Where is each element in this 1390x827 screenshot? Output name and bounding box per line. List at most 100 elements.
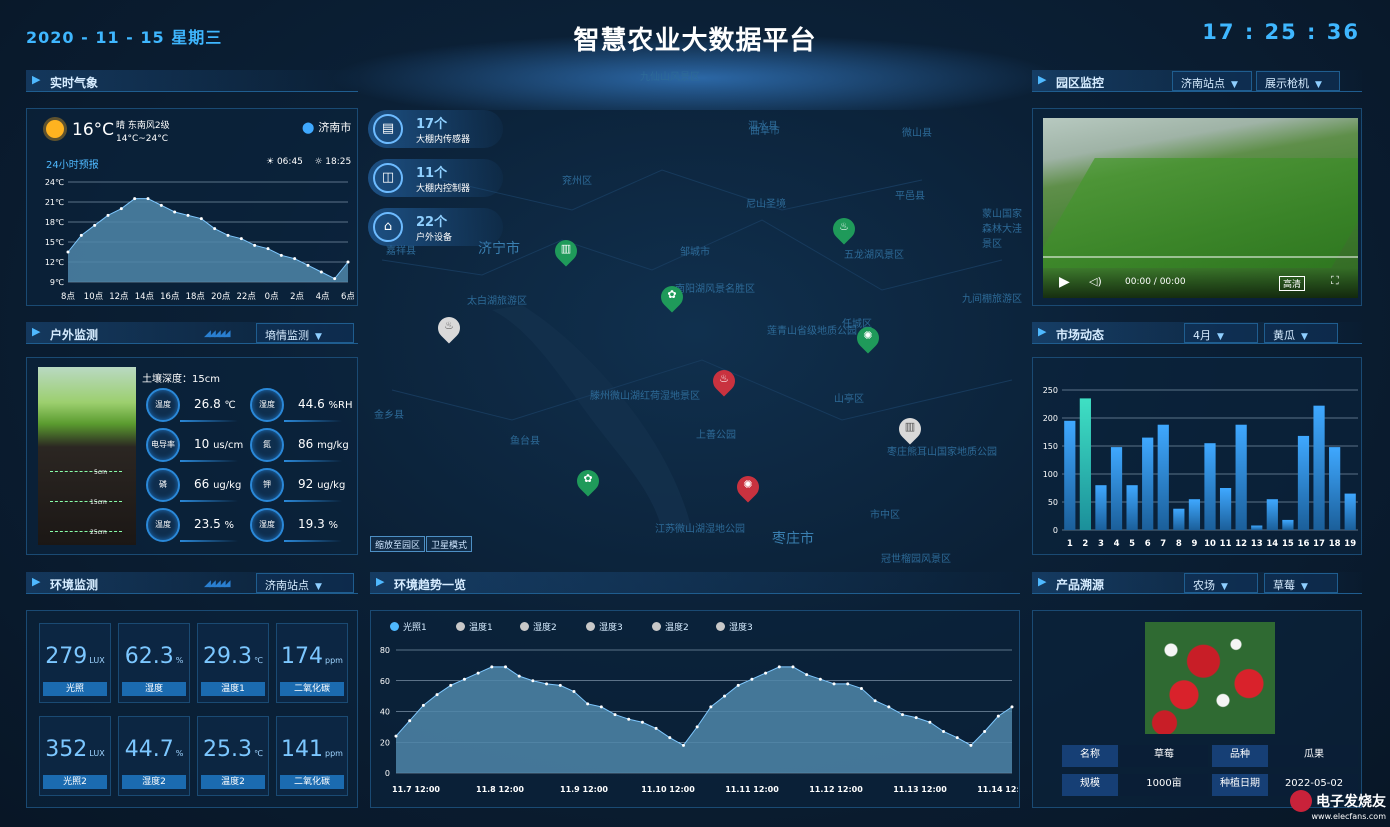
volume-icon[interactable]: ◁) bbox=[1089, 275, 1102, 288]
market-bar bbox=[1110, 447, 1123, 530]
sensor-label-circle: 温度 bbox=[146, 388, 180, 422]
map-marker-red[interactable]: ✺ bbox=[732, 471, 764, 504]
temp-point bbox=[106, 213, 110, 217]
legend-item[interactable]: 湿度3 bbox=[586, 620, 623, 633]
camera-station-select[interactable]: 济南站点 ▼ bbox=[1172, 71, 1252, 91]
map-marker-grey[interactable]: ♨ bbox=[433, 312, 465, 345]
market-bar bbox=[1235, 424, 1247, 530]
map-place-label: 太白湖旅游区 bbox=[467, 296, 527, 307]
map-marker-grey[interactable]: ▥ bbox=[894, 413, 926, 446]
x-tick-label: 8 bbox=[1176, 539, 1182, 549]
sensor-label-circle: 氮 bbox=[250, 428, 284, 462]
market-bar bbox=[1329, 447, 1341, 530]
env-card-value: 29.3 ℃ bbox=[203, 644, 263, 669]
x-tick-label: 11.12 12:00 bbox=[809, 785, 863, 794]
play-icon[interactable]: ▶ bbox=[1059, 274, 1070, 290]
trend-point bbox=[476, 671, 480, 675]
panel-arrow-icon: ▶ bbox=[1038, 325, 1047, 338]
sunset-time: 18:25 bbox=[325, 157, 352, 167]
map-marker-green[interactable]: ✿ bbox=[572, 465, 604, 498]
video-progress-bar[interactable] bbox=[1043, 256, 1358, 258]
y-tick-label: 20 bbox=[380, 738, 390, 747]
map-marker-red[interactable]: ♨ bbox=[708, 365, 740, 398]
product-image bbox=[1145, 622, 1275, 734]
sensor-underline bbox=[180, 420, 238, 422]
env-card-value: 352 LUX bbox=[45, 737, 105, 762]
map-marker-green[interactable]: ✿ bbox=[656, 281, 688, 314]
temp-point bbox=[346, 260, 350, 264]
y-tick-label: 0 bbox=[385, 769, 390, 778]
map-place-label: 鱼台县 bbox=[510, 436, 540, 447]
x-tick-label: 17 bbox=[1313, 539, 1325, 549]
map-place-label: 蒙山国家森林大洼景区 bbox=[982, 209, 1022, 250]
trend-point bbox=[777, 665, 781, 669]
camera-station-value: 济南站点 bbox=[1181, 77, 1225, 90]
map-marker-green[interactable]: ✺ bbox=[852, 322, 884, 355]
map-place-label: 九仙山风景区 bbox=[640, 72, 700, 83]
video-controls: ▶ ◁) 00:00 / 00:00 高清 ⛶ bbox=[1043, 268, 1358, 298]
legend-item[interactable]: 湿度2 bbox=[520, 620, 557, 633]
map-place-label: 邹城市 bbox=[680, 247, 710, 258]
map-marker-green[interactable]: ▥ bbox=[550, 235, 582, 268]
map-marker-green[interactable]: ♨ bbox=[828, 213, 860, 246]
sun-times: ☀ 06:45 ☼ 18:25 bbox=[266, 157, 351, 167]
camera-device-value: 展示枪机 bbox=[1265, 77, 1309, 90]
sensor-underline bbox=[180, 460, 238, 462]
x-tick-label: 19 bbox=[1344, 539, 1356, 549]
trend-point bbox=[832, 682, 836, 686]
market-month-select[interactable]: 4月 ▼ bbox=[1184, 323, 1258, 343]
sensor-underline bbox=[284, 540, 342, 542]
trend-point bbox=[1010, 705, 1014, 709]
env-card-label: 温度1 bbox=[201, 682, 265, 696]
location[interactable]: ⬤ 济南市 bbox=[302, 119, 351, 135]
y-tick-label: 250 bbox=[1043, 386, 1058, 395]
sensor-label-circle: 钾 bbox=[250, 468, 284, 502]
x-tick-label: 1 bbox=[1067, 539, 1073, 549]
sunset-icon: ☼ bbox=[314, 157, 323, 167]
trend-point bbox=[449, 683, 453, 687]
map-place-label: 山亭区 bbox=[834, 394, 864, 405]
legend-dot-icon bbox=[716, 622, 725, 631]
temp-point bbox=[66, 250, 70, 254]
y-tick-label: 200 bbox=[1043, 414, 1058, 423]
soil-depth-label: 土壤深度：15cm bbox=[142, 374, 220, 385]
hd-button[interactable]: 高清 bbox=[1279, 276, 1306, 291]
outdoor-select[interactable]: 墒情监测 ▼ bbox=[256, 323, 354, 343]
panel-arrow-icon: ▶ bbox=[32, 73, 41, 86]
sensor-underline bbox=[180, 500, 238, 502]
market-product-select[interactable]: 黄瓜 ▼ bbox=[1264, 323, 1338, 343]
camera-video[interactable]: ▶ ◁) 00:00 / 00:00 高清 ⛶ bbox=[1043, 118, 1358, 298]
camera-device-select[interactable]: 展示枪机 ▼ bbox=[1256, 71, 1340, 91]
satellite-mode-button[interactable]: 卫星模式 bbox=[426, 536, 473, 552]
legend-item[interactable]: 温度1 bbox=[456, 620, 493, 633]
market-bar bbox=[1173, 508, 1185, 530]
sun-icon bbox=[46, 120, 64, 138]
legend-item[interactable]: 温度2 bbox=[652, 620, 689, 633]
product-type-select[interactable]: 草莓 ▼ bbox=[1264, 573, 1338, 593]
env-card-label: 二氧化碳 bbox=[280, 775, 344, 789]
x-tick-label: 18 bbox=[1329, 539, 1341, 549]
legend-item[interactable]: 光照1 bbox=[390, 620, 427, 633]
stat-controllers-num: 11个 bbox=[416, 166, 448, 181]
env-station-select-value: 济南站点 bbox=[265, 579, 309, 592]
current-temp: 16°C bbox=[72, 120, 115, 140]
weather-range: 14°C~24°C bbox=[116, 134, 169, 144]
stat-sensors-label: 大棚内传感器 bbox=[416, 135, 471, 145]
env-station-select[interactable]: 济南站点 ▼ bbox=[256, 573, 354, 593]
trend-point bbox=[942, 729, 946, 733]
market-bar bbox=[1157, 424, 1169, 530]
panel-arrow-icon: ▶ bbox=[32, 575, 41, 588]
fullscreen-icon[interactable]: ⛶ bbox=[1331, 274, 1339, 288]
sensor-label-circle: 电导率 bbox=[146, 428, 180, 462]
chevron-down-icon: ▼ bbox=[1217, 332, 1224, 342]
weather-panel-title: 实时气象 bbox=[50, 76, 99, 90]
stat-controllers-label: 大棚内控制器 bbox=[416, 184, 471, 194]
env-card: 174 ppm 二氧化碳 bbox=[276, 623, 348, 703]
map-place-label: 江苏微山湖湿地公园 bbox=[655, 524, 745, 535]
env-card-unit: ℃ bbox=[254, 749, 263, 758]
legend-item[interactable]: 湿度3 bbox=[716, 620, 753, 633]
zoom-to-park-button[interactable]: 缩放至园区 bbox=[370, 536, 426, 552]
product-farm-select[interactable]: 农场 ▼ bbox=[1184, 573, 1258, 593]
product-key: 种植日期 bbox=[1212, 774, 1268, 796]
sensor-value: 66 ug/kg bbox=[194, 477, 242, 491]
